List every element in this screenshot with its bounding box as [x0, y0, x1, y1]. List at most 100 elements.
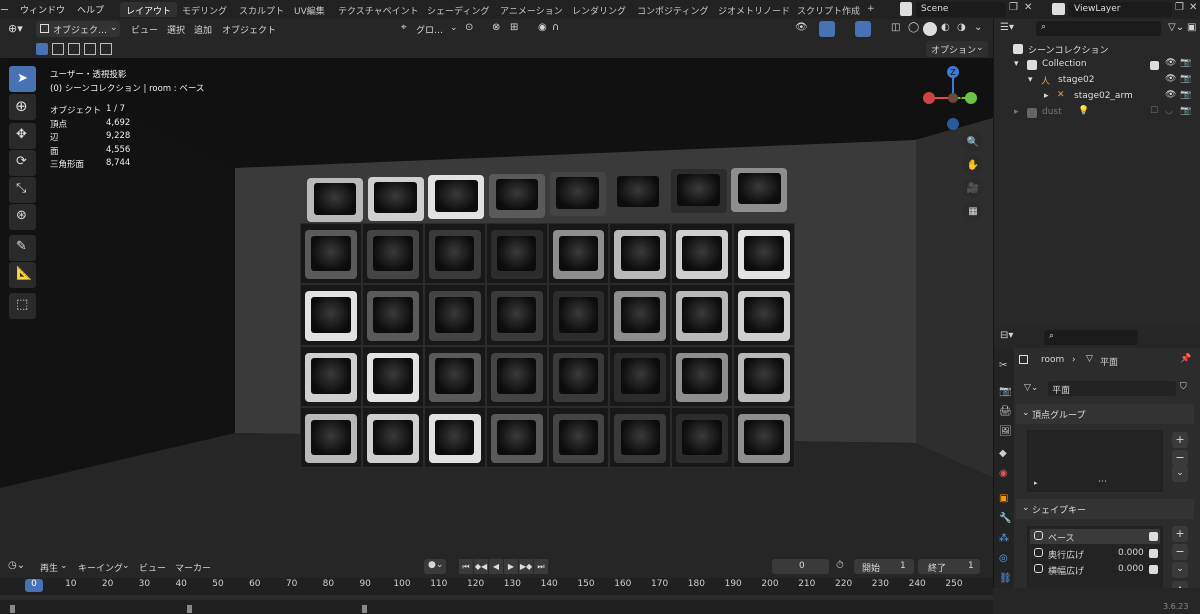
eye-icon[interactable]: 👁: [1165, 58, 1176, 68]
tool-tab-icon[interactable]: ✂: [999, 360, 1013, 374]
tab-texture-paint[interactable]: テクスチャペイント: [332, 2, 425, 17]
shape-key-row[interactable]: 横幅広げ 0.000: [1030, 562, 1160, 577]
vertex-group-menu-button[interactable]: ⌄: [1172, 466, 1188, 482]
shape-key-mute-checkbox[interactable]: [1149, 532, 1158, 541]
falloff-icon[interactable]: ∩: [552, 22, 559, 33]
transform-orientation[interactable]: グロ…: [416, 23, 443, 36]
outliner-row-dust[interactable]: ▸ dust 💡 ☐ ◡ 📷: [994, 105, 1200, 121]
transform-tool-button[interactable]: ⊛: [9, 204, 36, 230]
select-invert-icon[interactable]: [84, 43, 96, 55]
outliner-row-stage02-arm[interactable]: ▸ ✕ stage02_arm 👁 📷: [994, 89, 1200, 105]
expand-arrow-icon[interactable]: ▸: [1044, 91, 1049, 101]
material-shading-icon[interactable]: ◐: [941, 22, 950, 33]
tab-animation[interactable]: アニメーション: [494, 2, 569, 17]
menu-select[interactable]: 選択: [167, 23, 185, 36]
annotate-tool-button[interactable]: ✎: [9, 235, 36, 261]
tab-scripting[interactable]: スクリプト作成: [791, 2, 866, 17]
outliner-row-collection[interactable]: ▾ Collection 👁 📷: [994, 57, 1200, 73]
mesh-name-field[interactable]: 平面: [1048, 381, 1176, 396]
menu-keying[interactable]: キーイング: [78, 561, 123, 574]
rendered-shading-icon[interactable]: ◑: [957, 22, 966, 33]
frame-ruler[interactable]: 0 10 20 30 40 50 60 70 80 90 100 110 120 130 140 150 160…: [0, 578, 993, 592]
shape-key-mute-checkbox[interactable]: [1149, 565, 1158, 574]
visibility-icon[interactable]: 👁: [795, 22, 808, 33]
shape-key-row[interactable]: 奥行広げ 0.000: [1030, 546, 1160, 561]
stopwatch-icon[interactable]: ⏱: [836, 560, 844, 571]
remove-vertex-group-button[interactable]: −: [1172, 450, 1188, 466]
overlay-toggle-button[interactable]: [855, 21, 871, 37]
exclude-checkbox[interactable]: [1150, 61, 1159, 70]
select-intersect-icon[interactable]: [100, 43, 112, 55]
eye-closed-icon[interactable]: ◡: [1165, 106, 1173, 116]
timeline-editor-icon[interactable]: ◷⌄: [8, 560, 25, 571]
cursor-tool-button[interactable]: ⊕: [9, 94, 36, 120]
constraint-tab-icon[interactable]: ⛓: [999, 573, 1013, 587]
scene-tab-icon[interactable]: ◆: [999, 448, 1013, 462]
xray-icon[interactable]: ◫: [891, 22, 900, 33]
vertex-groups-list[interactable]: ▸ ⋯: [1027, 430, 1163, 492]
physics-tab-icon[interactable]: ◎: [999, 553, 1013, 567]
render-tab-icon[interactable]: 📷: [999, 386, 1013, 400]
navigation-gizmo[interactable]: Z Y: [915, 64, 985, 134]
menu-window[interactable]: ウィンドウ: [20, 3, 65, 16]
shape-key-value[interactable]: 0.000: [1118, 564, 1144, 574]
shape-key-row-active[interactable]: ベース: [1030, 529, 1160, 544]
perspective-grid-icon[interactable]: ▦: [963, 201, 983, 221]
record-button[interactable]: ●⌄: [424, 559, 446, 574]
scene-selector[interactable]: Scene: [916, 2, 1006, 17]
properties-search-input[interactable]: ⌕: [1044, 330, 1138, 345]
move-tool-button[interactable]: ✥: [9, 123, 36, 149]
timeline-scrollbar[interactable]: [0, 595, 993, 600]
object-tab-icon[interactable]: ▣: [999, 493, 1013, 507]
fake-user-icon[interactable]: ⛉: [1180, 382, 1187, 392]
eye-icon[interactable]: 👁: [1165, 74, 1176, 84]
modifier-tab-icon[interactable]: 🔧: [999, 513, 1013, 527]
new-collection-icon[interactable]: ▣: [1187, 22, 1196, 33]
shading-options-chevron-icon[interactable]: ⌄: [974, 22, 982, 33]
tab-modeling[interactable]: モデリング: [176, 2, 233, 17]
3d-viewport[interactable]: ➤ ⊕ ✥ ⟳ ⤡ ⊛ ✎ 📐 ⬚ ユーザー・透視投影 (0) シーンコレクショ…: [0, 58, 993, 556]
add-workspace-button[interactable]: +: [861, 2, 881, 17]
expand-arrow-icon[interactable]: ▸: [1014, 107, 1019, 117]
world-tab-icon[interactable]: ◉: [999, 468, 1013, 482]
editor-type-icon[interactable]: ⊕▾: [8, 22, 23, 35]
scene-close-icon[interactable]: ✕: [1024, 2, 1032, 13]
add-cube-tool-button[interactable]: ⬚: [9, 293, 36, 319]
menu-help[interactable]: ヘルプ: [77, 3, 104, 16]
prev-keyframe-button[interactable]: ◆◀: [474, 559, 488, 574]
start-frame-field[interactable]: 開始 1: [854, 559, 914, 574]
next-keyframe-button[interactable]: ▶◆: [519, 559, 533, 574]
snap-icon[interactable]: ⊗: [492, 22, 500, 33]
pin-icon[interactable]: 📌: [1180, 354, 1191, 364]
menu-playback[interactable]: 再生: [40, 561, 58, 574]
solid-shading-icon[interactable]: [923, 22, 937, 36]
shape-keys-panel-header[interactable]: ⌄ シェイプキー: [1016, 499, 1194, 519]
pan-hand-icon[interactable]: ✋: [963, 155, 983, 175]
expand-arrow-icon[interactable]: ▾: [1028, 75, 1033, 85]
pivot-icon[interactable]: ⊙: [465, 22, 473, 33]
tab-compositing[interactable]: コンポジティング: [631, 2, 714, 17]
menu-view[interactable]: ビュー: [139, 561, 166, 574]
eye-icon[interactable]: 👁: [1165, 90, 1176, 100]
render-camera-icon[interactable]: 📷: [1180, 90, 1191, 100]
pivot-chevron-icon[interactable]: ⌄: [450, 23, 458, 33]
jump-start-button[interactable]: ⏮: [459, 559, 473, 574]
wireframe-shading-icon[interactable]: ◯: [908, 22, 919, 33]
expand-arrow-icon[interactable]: ▾: [1014, 59, 1019, 69]
blender-menu-partial[interactable]: ー: [0, 3, 9, 16]
select-tool-button[interactable]: ➤: [9, 66, 36, 92]
select-subtract-icon[interactable]: [68, 43, 80, 55]
current-frame-field[interactable]: 0: [772, 559, 829, 574]
expand-arrow-icon[interactable]: ▸: [1034, 479, 1038, 487]
add-vertex-group-button[interactable]: +: [1172, 432, 1188, 448]
rotate-tool-button[interactable]: ⟳: [9, 150, 36, 176]
snap-target-icon[interactable]: ⊞: [510, 22, 518, 33]
outliner-row-scene-collection[interactable]: シーンコレクション: [994, 41, 1200, 57]
menu-add[interactable]: 追加: [194, 23, 212, 36]
shape-key-menu-button[interactable]: ⌄: [1172, 562, 1188, 578]
tab-uv-editing[interactable]: UV編集: [288, 2, 331, 17]
mode-selector[interactable]: オブジェク… ⌄: [36, 21, 120, 37]
play-button[interactable]: ▶: [504, 559, 518, 574]
particles-tab-icon[interactable]: ⁂: [999, 533, 1013, 547]
filter-icon[interactable]: ▽⌄: [1168, 22, 1184, 33]
